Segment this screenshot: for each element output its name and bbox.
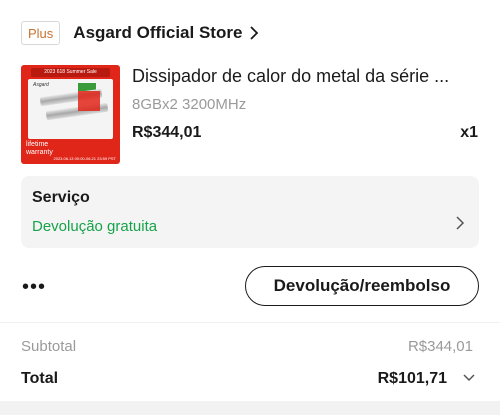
store-header[interactable]: Plus Asgard Official Store: [21, 20, 260, 46]
sale-tag-graphic: [78, 91, 100, 111]
chevron-right-icon: [250, 26, 259, 40]
more-options-button[interactable]: •••: [22, 276, 52, 298]
service-title: Serviço: [32, 189, 90, 206]
subtotal-label: Subtotal: [21, 338, 77, 355]
product-price: R$344,01: [132, 124, 202, 141]
plus-badge: Plus: [21, 21, 61, 45]
product-image-card: Asgard: [28, 79, 113, 139]
total-value[interactable]: R$101,71: [378, 370, 447, 388]
bottom-separator: [0, 401, 500, 415]
product-title[interactable]: Dissipador de calor do metal da série ..…: [132, 66, 482, 87]
product-image[interactable]: 2023 618 Summer Sale Asgard lifetime war…: [21, 65, 120, 164]
chevron-down-icon[interactable]: [462, 372, 476, 384]
product-image-banner: 2023 618 Summer Sale: [31, 68, 110, 77]
chevron-right-icon: [456, 216, 465, 230]
product-image-brand: Asgard: [33, 82, 49, 88]
refund-button[interactable]: Devolução/reembolso: [245, 266, 479, 306]
product-variant: 8GBx2 3200MHz: [132, 96, 247, 113]
product-image-footer: 2023.06.13 00:00-06.21 23:59 PST: [53, 156, 117, 161]
service-subtitle: Devolução gratuita: [32, 218, 158, 235]
warranty-line-2: warranty: [26, 149, 53, 156]
divider: [0, 322, 500, 323]
total-label: Total: [21, 370, 59, 387]
store-name[interactable]: Asgard Official Store: [73, 23, 242, 43]
warranty-line-1: lifetime: [26, 141, 49, 148]
subtotal-value: R$344,01: [407, 338, 473, 355]
warranty-text: lifetime warranty: [26, 141, 53, 157]
service-card[interactable]: Serviço Devolução gratuita: [21, 176, 479, 248]
product-quantity: x1: [460, 124, 478, 141]
